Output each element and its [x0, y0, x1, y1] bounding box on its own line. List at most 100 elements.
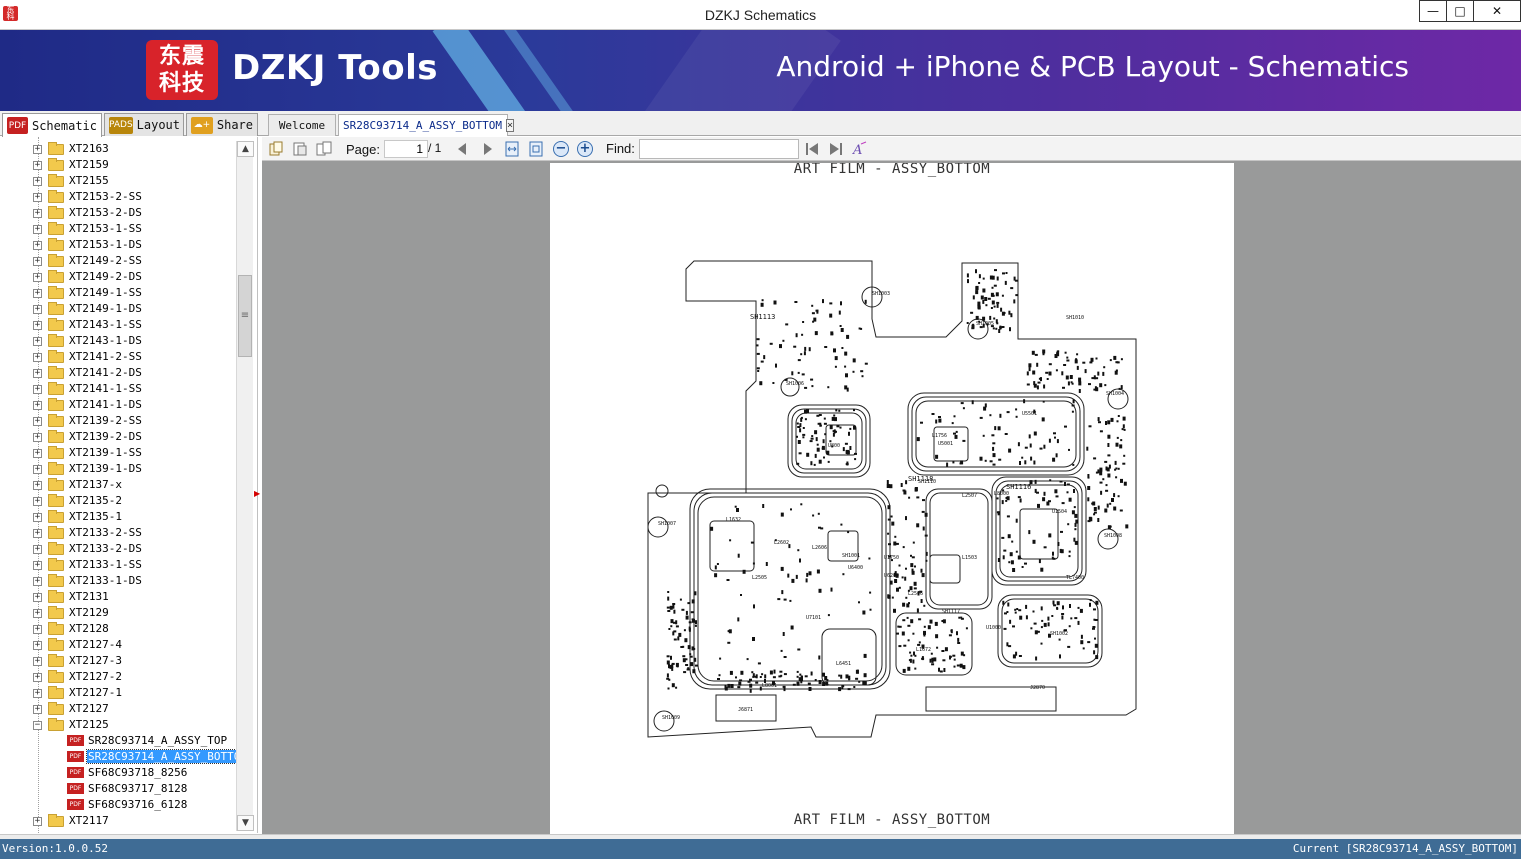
expand-icon[interactable]: +	[33, 481, 42, 490]
tree-file[interactable]: PDF SF68C93716_6128	[0, 797, 236, 813]
doc-tab-assy-bottom[interactable]: SR28C93714_A_ASSY_BOTTOM ×	[338, 114, 514, 136]
tree-folder[interactable]: + XT2117	[0, 813, 236, 829]
tree-folder[interactable]: + XT2137-x	[0, 477, 236, 493]
tree-folder[interactable]: + XT2149-2-DS	[0, 269, 236, 285]
tree-folder[interactable]: + XT2139-2-SS	[0, 413, 236, 429]
close-tab-icon[interactable]: ×	[505, 119, 514, 132]
collapse-icon[interactable]: −	[33, 721, 42, 730]
tree-file[interactable]: PDF SF68C93717_8128	[0, 781, 236, 797]
tree-scrollbar[interactable]: ▲ ≡ ▼	[236, 141, 254, 831]
tree-folder[interactable]: + XT2127	[0, 701, 236, 717]
tree-file[interactable]: PDF SR28C93714_A_ASSY_BOTTOM	[0, 749, 249, 765]
page-number-input[interactable]: 1	[384, 140, 428, 158]
tree-folder[interactable]: + XT2141-2-SS	[0, 349, 236, 365]
scroll-thumb[interactable]: ≡	[238, 275, 252, 357]
pages-icon[interactable]	[314, 140, 334, 158]
expand-icon[interactable]: +	[33, 337, 42, 346]
scroll-up-icon[interactable]: ▲	[237, 141, 254, 157]
tree-folder[interactable]: + XT2153-2-DS	[0, 205, 236, 221]
expand-icon[interactable]: +	[33, 529, 42, 538]
tree-folder[interactable]: + XT2139-1-DS	[0, 461, 236, 477]
expand-icon[interactable]: +	[33, 385, 42, 394]
tree-folder[interactable]: + XT2133-1-DS	[0, 573, 236, 589]
find-previous-icon[interactable]	[804, 140, 820, 158]
expand-icon[interactable]: +	[33, 625, 42, 634]
tree-folder[interactable]: + XT2149-1-DS	[0, 301, 236, 317]
collapse-panel-icon[interactable]: ▶	[254, 489, 260, 498]
minimize-button[interactable]: —	[1419, 0, 1447, 22]
expand-icon[interactable]: +	[33, 241, 42, 250]
pdf-page[interactable]: ART FILM - ASSY_BOTTOM ART FILM - ASSY_B…	[550, 163, 1234, 834]
copy-icon[interactable]	[266, 140, 286, 158]
prev-page-icon[interactable]	[454, 140, 470, 158]
tree-folder[interactable]: − XT2125	[0, 717, 236, 733]
tree-folder[interactable]: + XT2133-1-SS	[0, 557, 236, 573]
expand-icon[interactable]: +	[33, 817, 42, 826]
tree-folder[interactable]: + XT2155	[0, 173, 236, 189]
tree-folder[interactable]: + XT2129	[0, 605, 236, 621]
tree-folder[interactable]: + XT2153-1-SS	[0, 221, 236, 237]
zoom-out-icon[interactable]: −	[552, 140, 570, 158]
tree-folder[interactable]: + XT2131	[0, 589, 236, 605]
tree-folder[interactable]: + XT2127-3	[0, 653, 236, 669]
expand-icon[interactable]: +	[33, 177, 42, 186]
find-next-icon[interactable]	[828, 140, 844, 158]
expand-icon[interactable]: +	[33, 401, 42, 410]
tree-folder[interactable]: + XT2153-1-DS	[0, 237, 236, 253]
maximize-button[interactable]: □	[1446, 0, 1474, 22]
highlight-text-icon[interactable]: A	[852, 140, 868, 158]
expand-icon[interactable]: +	[33, 257, 42, 266]
expand-icon[interactable]: +	[33, 497, 42, 506]
expand-icon[interactable]: +	[33, 561, 42, 570]
expand-icon[interactable]: +	[33, 577, 42, 586]
expand-icon[interactable]: +	[33, 145, 42, 154]
close-button[interactable]: ✕	[1473, 0, 1521, 22]
expand-icon[interactable]: +	[33, 193, 42, 202]
find-input[interactable]	[639, 139, 799, 159]
tree-folder[interactable]: + XT2143-1-SS	[0, 317, 236, 333]
expand-icon[interactable]: +	[33, 465, 42, 474]
next-page-icon[interactable]	[480, 140, 496, 158]
tree-folder[interactable]: + XT2143-1-DS	[0, 333, 236, 349]
expand-icon[interactable]: +	[33, 689, 42, 698]
tree-folder[interactable]: + XT2135-2	[0, 493, 236, 509]
tree-folder[interactable]: + XT2163	[0, 141, 236, 157]
expand-icon[interactable]: +	[33, 609, 42, 618]
tree-folder[interactable]: + XT2153-2-SS	[0, 189, 236, 205]
tab-share[interactable]: ☁+ Share	[186, 113, 258, 136]
tree-folder[interactable]: + XT2139-1-SS	[0, 445, 236, 461]
fit-width-icon[interactable]	[504, 140, 520, 158]
tree-folder[interactable]: + XT2149-2-SS	[0, 253, 236, 269]
tree-folder[interactable]: + XT2127-2	[0, 669, 236, 685]
expand-icon[interactable]: +	[33, 161, 42, 170]
tree-folder[interactable]: + XT2133-2-DS	[0, 541, 236, 557]
expand-icon[interactable]: +	[33, 225, 42, 234]
tree-file[interactable]: PDF SR28C93714_A_ASSY_TOP	[0, 733, 236, 749]
expand-icon[interactable]: +	[33, 433, 42, 442]
expand-icon[interactable]: +	[33, 289, 42, 298]
expand-icon[interactable]: +	[33, 209, 42, 218]
expand-icon[interactable]: +	[33, 417, 42, 426]
doc-tab-welcome[interactable]: Welcome	[268, 114, 336, 136]
tree-folder[interactable]: + XT2139-2-DS	[0, 429, 236, 445]
tree-folder[interactable]: + XT2128	[0, 621, 236, 637]
expand-icon[interactable]: +	[33, 305, 42, 314]
tab-schematic[interactable]: PDF Schematic	[2, 113, 102, 137]
expand-icon[interactable]: +	[33, 353, 42, 362]
expand-icon[interactable]: +	[33, 273, 42, 282]
tree-folder[interactable]: + XT2135-1	[0, 509, 236, 525]
tab-layout[interactable]: PADS Layout	[104, 113, 184, 136]
fit-page-icon[interactable]	[528, 140, 544, 158]
tree-folder[interactable]: + XT2133-2-SS	[0, 525, 236, 541]
tree-folder[interactable]: + XT2141-1-DS	[0, 397, 236, 413]
expand-icon[interactable]: +	[33, 449, 42, 458]
expand-icon[interactable]: +	[33, 705, 42, 714]
print-icon[interactable]	[290, 140, 310, 158]
tree-folder[interactable]: + XT2149-1-SS	[0, 285, 236, 301]
tree-folder[interactable]: + XT2159	[0, 157, 236, 173]
expand-icon[interactable]: +	[33, 513, 42, 522]
tree-folder[interactable]: + XT2141-1-SS	[0, 381, 236, 397]
expand-icon[interactable]: +	[33, 545, 42, 554]
expand-icon[interactable]: +	[33, 321, 42, 330]
tree-folder[interactable]: + XT2141-2-DS	[0, 365, 236, 381]
